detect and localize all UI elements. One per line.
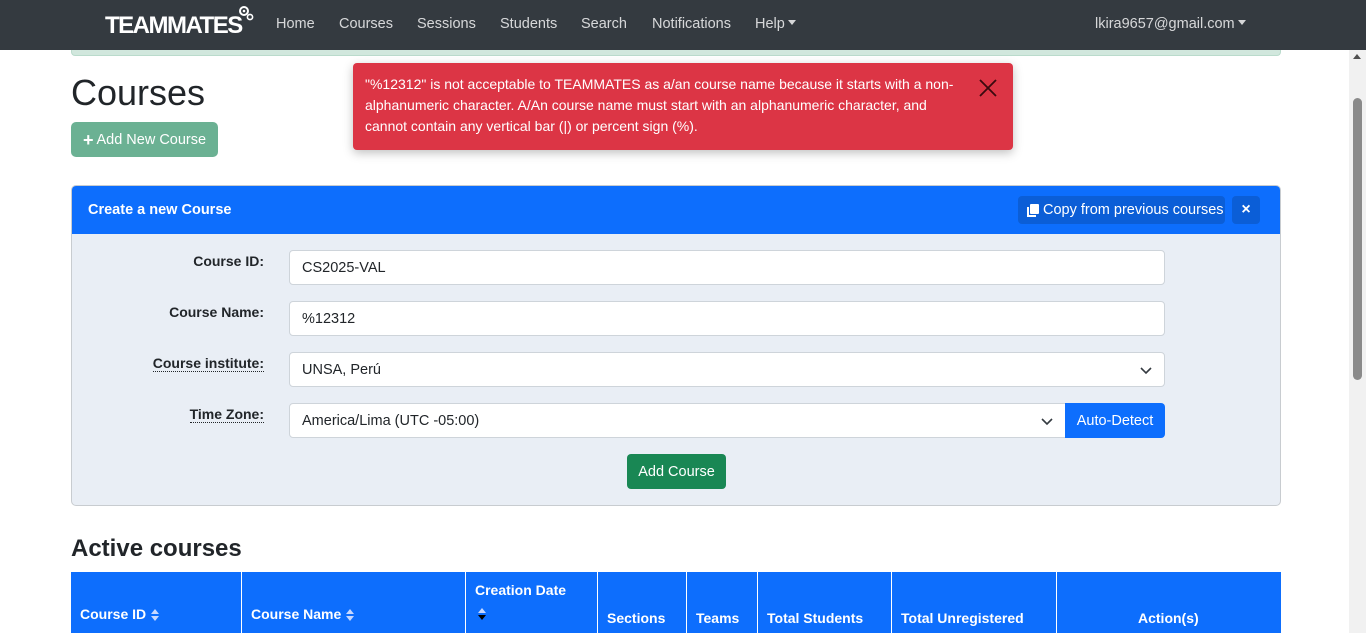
copy-icon bbox=[1027, 203, 1039, 217]
time-zone-select[interactable]: America/Lima (UTC -05:00) bbox=[289, 403, 1066, 438]
close-icon: × bbox=[1241, 201, 1251, 218]
add-new-course-button[interactable]: + Add New Course bbox=[71, 122, 218, 157]
course-id-input[interactable]: CS2025-VAL bbox=[289, 250, 1165, 285]
column-header-teams[interactable]: Teams bbox=[687, 572, 758, 633]
panel-title: Create a new Course bbox=[88, 202, 232, 218]
course-id-label: Course ID: bbox=[193, 253, 264, 269]
auto-detect-button[interactable]: Auto-Detect bbox=[1065, 403, 1165, 438]
sort-desc-icon[interactable] bbox=[477, 607, 487, 621]
status-banner-edge bbox=[71, 50, 1281, 56]
nav-sessions[interactable]: Sessions bbox=[417, 16, 476, 32]
error-toast: "%12312" is not acceptable to TEAMMATES … bbox=[353, 63, 1013, 150]
close-panel-button[interactable]: × bbox=[1232, 196, 1260, 224]
nav-students[interactable]: Students bbox=[500, 16, 557, 32]
column-header-text: Action(s) bbox=[1138, 610, 1199, 626]
top-navbar: TEAMMATES Home Courses Sessions Students… bbox=[0, 0, 1366, 50]
course-institute-select[interactable]: UNSA, Perú bbox=[289, 352, 1165, 387]
column-header-text: Creation Date bbox=[475, 582, 567, 598]
sort-icon[interactable] bbox=[150, 608, 160, 622]
nav-courses[interactable]: Courses bbox=[339, 16, 393, 32]
column-header-total-unregistered[interactable]: Total Unregistered bbox=[892, 572, 1057, 633]
scrollbar-thumb[interactable] bbox=[1353, 98, 1362, 380]
plus-icon: + bbox=[82, 129, 94, 150]
error-message: "%12312" is not acceptable to TEAMMATES … bbox=[365, 76, 954, 134]
page-title: Courses bbox=[71, 72, 206, 113]
nav-search[interactable]: Search bbox=[581, 16, 627, 32]
time-zone-label-text: Time Zone: bbox=[189, 406, 264, 423]
course-institute-label: Course institute: bbox=[72, 355, 264, 372]
course-institute-label-text: Course institute: bbox=[152, 355, 264, 372]
brand-text: TEAMMATES bbox=[105, 12, 243, 39]
user-menu-dropdown[interactable]: lkira9657@gmail.com bbox=[1095, 16, 1246, 32]
nav-help-label: Help bbox=[755, 16, 785, 32]
nav-home[interactable]: Home bbox=[276, 16, 315, 32]
scroll-up-arrow-icon[interactable] bbox=[1353, 54, 1361, 59]
column-header-label: Course Name bbox=[251, 606, 355, 622]
copy-from-previous-courses-button[interactable]: Copy from previous courses bbox=[1018, 196, 1225, 224]
user-email: lkira9657@gmail.com bbox=[1095, 16, 1235, 32]
chevron-down-icon bbox=[1237, 20, 1246, 25]
column-header-text: Total Unregistered bbox=[901, 610, 1024, 626]
chevron-down-icon bbox=[1140, 367, 1152, 375]
time-zone-label: Time Zone: bbox=[72, 406, 264, 423]
chevron-down-icon bbox=[787, 20, 796, 25]
column-header-label: Course ID bbox=[80, 606, 160, 622]
column-header-course-id[interactable]: Course ID bbox=[71, 572, 242, 633]
panel-header: Create a new Course Copy from previous c… bbox=[72, 186, 1280, 234]
course-institute-value: UNSA, Perú bbox=[302, 361, 381, 378]
active-courses-heading: Active courses bbox=[71, 535, 242, 562]
column-header-text: Course ID bbox=[80, 606, 147, 622]
course-name-value: %12312 bbox=[302, 310, 356, 327]
column-header-course-name[interactable]: Course Name bbox=[242, 572, 466, 633]
column-header-total-students[interactable]: Total Students bbox=[758, 572, 892, 633]
column-header-text: Course Name bbox=[251, 606, 342, 622]
column-header-text: Total Students bbox=[767, 610, 864, 626]
column-header-text: Teams bbox=[696, 610, 740, 626]
copy-button-label: Copy from previous courses bbox=[1043, 202, 1224, 218]
column-header-text: Sections bbox=[607, 610, 666, 626]
page-scrollbar[interactable] bbox=[1349, 50, 1366, 633]
add-course-submit-button[interactable]: Add Course bbox=[627, 454, 726, 489]
time-zone-value: America/Lima (UTC -05:00) bbox=[302, 412, 480, 429]
chevron-down-icon bbox=[1041, 418, 1053, 426]
course-id-value: CS2025-VAL bbox=[302, 259, 386, 276]
nav-help-dropdown[interactable]: Help bbox=[755, 16, 796, 32]
create-course-panel: Create a new Course Copy from previous c… bbox=[71, 185, 1281, 506]
column-header-creation-date[interactable]: Creation Date bbox=[466, 572, 598, 633]
sort-icon[interactable] bbox=[345, 608, 355, 622]
course-name-label: Course Name: bbox=[169, 304, 264, 320]
column-header-actions: Action(s) bbox=[1057, 572, 1281, 633]
add-new-course-label: Add New Course bbox=[96, 131, 207, 148]
column-header-sections[interactable]: Sections bbox=[598, 572, 687, 633]
nav-notifications[interactable]: Notifications bbox=[652, 16, 731, 32]
course-name-input[interactable]: %12312 bbox=[289, 301, 1165, 336]
close-icon[interactable] bbox=[978, 78, 998, 98]
active-courses-table-header: Course ID Course Name Creation Date Sect… bbox=[71, 572, 1281, 633]
gears-icon bbox=[239, 6, 254, 21]
